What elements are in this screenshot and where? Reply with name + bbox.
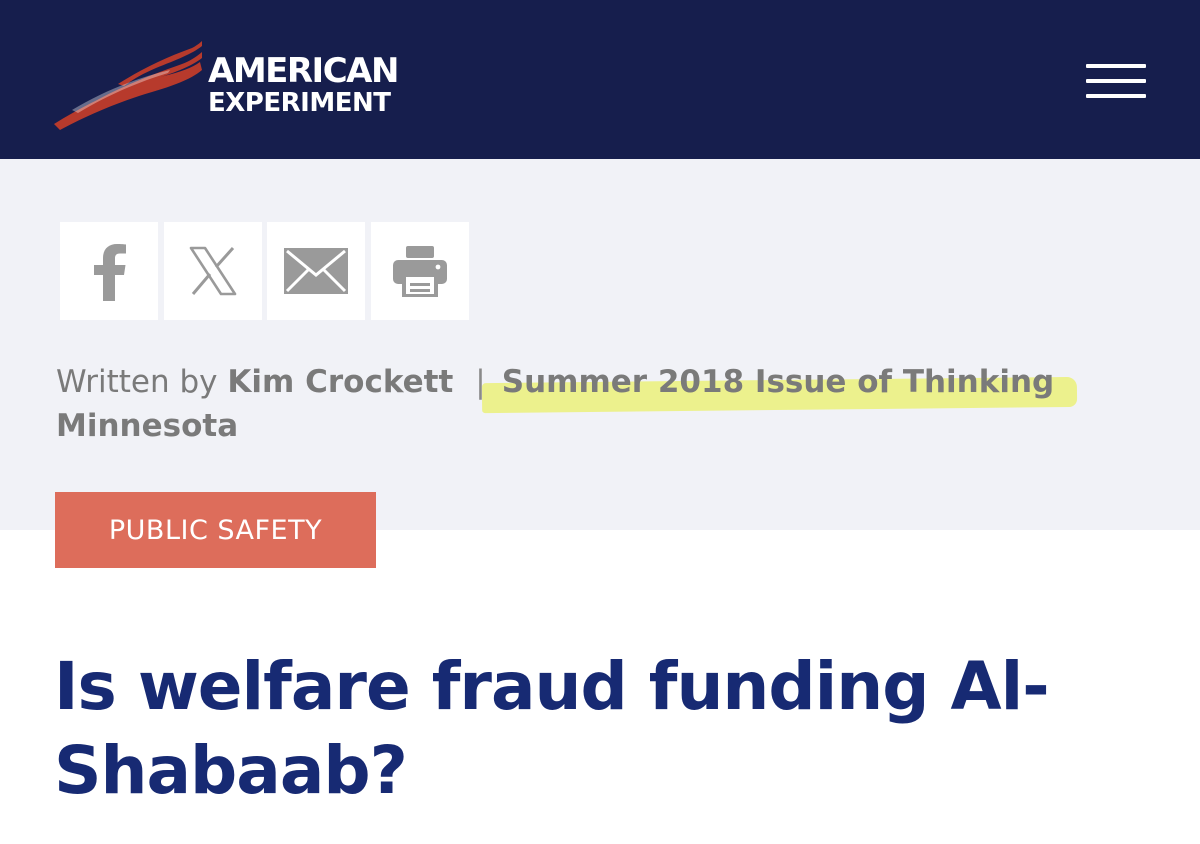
issue-link-text: Summer 2018 Issue of Thinking — [501, 364, 1055, 400]
article-meta-band — [0, 159, 1200, 530]
facebook-icon — [94, 244, 126, 301]
article-title-line-2: Shabaab? — [54, 732, 408, 809]
logo-line-american: AMERICAN — [208, 51, 399, 91]
author-link[interactable]: Kim Crockett — [227, 364, 453, 400]
article-title: Is welfare fraud funding Al- Shabaab? — [54, 645, 1134, 813]
share-email-button[interactable] — [267, 222, 365, 320]
print-icon — [393, 246, 447, 297]
share-x-button[interactable] — [164, 222, 262, 320]
issue-link-continued[interactable]: Minnesota — [56, 408, 238, 444]
site-header: AMERICAN EXPERIMENT — [0, 0, 1200, 159]
x-icon — [189, 246, 237, 296]
article-title-line-1: Is welfare fraud funding Al- — [54, 648, 1050, 725]
email-icon — [284, 248, 348, 294]
issue-link[interactable]: Summer 2018 Issue of Thinking — [481, 364, 1077, 414]
logo-wordmark: AMERICAN EXPERIMENT — [208, 51, 399, 118]
article-byline: Written by Kim Crockett | Summer 2018 Issu… — [56, 360, 1156, 448]
category-tag[interactable]: PUBLIC SAFETY — [55, 492, 376, 568]
share-facebook-button[interactable] — [60, 222, 158, 320]
hamburger-menu-icon[interactable] — [1086, 64, 1146, 102]
logo-line-experiment: EXPERIMENT — [208, 88, 391, 118]
american-experiment-logo[interactable]: AMERICAN EXPERIMENT — [52, 40, 412, 132]
written-by-label: Written by — [56, 364, 218, 400]
share-print-button[interactable] — [371, 222, 469, 320]
flag-swoosh-icon — [54, 41, 202, 130]
